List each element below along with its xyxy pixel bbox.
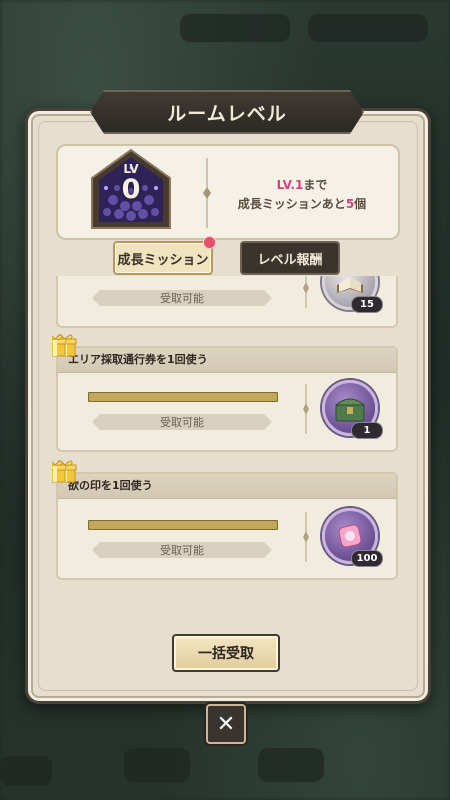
claim-all-button[interactable]: 一括受取 [172,634,280,672]
reward-book-icon[interactable]: 15 [322,276,383,313]
missions-remaining-line: 成長ミッションあと5個 [222,195,382,214]
claim-status[interactable]: 受取可能 [92,542,272,558]
mission-card: 受取可能 15 [56,276,398,328]
level-number: 0 [121,174,141,205]
ornament-divider-icon [303,276,309,308]
ornament-divider-icon [203,158,211,228]
missions-remaining-count: 5 [345,197,355,211]
reward-quantity: 15 [351,296,383,313]
level-progress-text: LV.1まで 成長ミッションあと5個 [222,176,382,214]
close-button[interactable]: ✕ [206,704,246,744]
next-level-value: LV.1 [276,178,304,192]
gift-icon [52,460,67,483]
missions-remaining-prefix: 成長ミッションあと [237,197,346,211]
next-level-line: LV.1まで [222,176,382,195]
reward-quantity: 100 [351,550,383,567]
tab-level-reward[interactable]: レベル報酬 [240,241,340,275]
reward-quantity: 1 [351,422,383,439]
reward-gem-icon[interactable]: 100 [322,508,383,567]
reward-treasure-chest-icon[interactable]: 1 [322,380,383,439]
missions-remaining-suffix: 個 [354,197,367,211]
gift-icon [52,334,67,357]
tab-growth-mission[interactable]: 成長ミッション [113,241,213,275]
mission-list[interactable]: 受取可能 15 エリア採取通行券を1回使う 受取可能 1 欲の印を1回使う 受取… [52,276,398,586]
claim-status[interactable]: 受取可能 [92,290,272,306]
mission-card: 欲の印を1回使う 受取可能 100 [56,472,398,580]
next-level-suffix: まで [303,178,328,192]
mission-card: エリア採取通行券を1回使う 受取可能 1 [56,346,398,452]
notification-dot [203,236,216,249]
mission-title: 欲の印を1回使う [58,474,396,499]
claim-status[interactable]: 受取可能 [92,414,272,430]
mission-title: エリア採取通行券を1回使う [58,348,396,373]
panel-title: ルームレベル [90,90,364,134]
progress-bar-full [88,520,278,530]
ornament-divider-icon [303,384,309,434]
ornament-divider-icon [303,512,309,562]
progress-bar-full [88,392,278,402]
